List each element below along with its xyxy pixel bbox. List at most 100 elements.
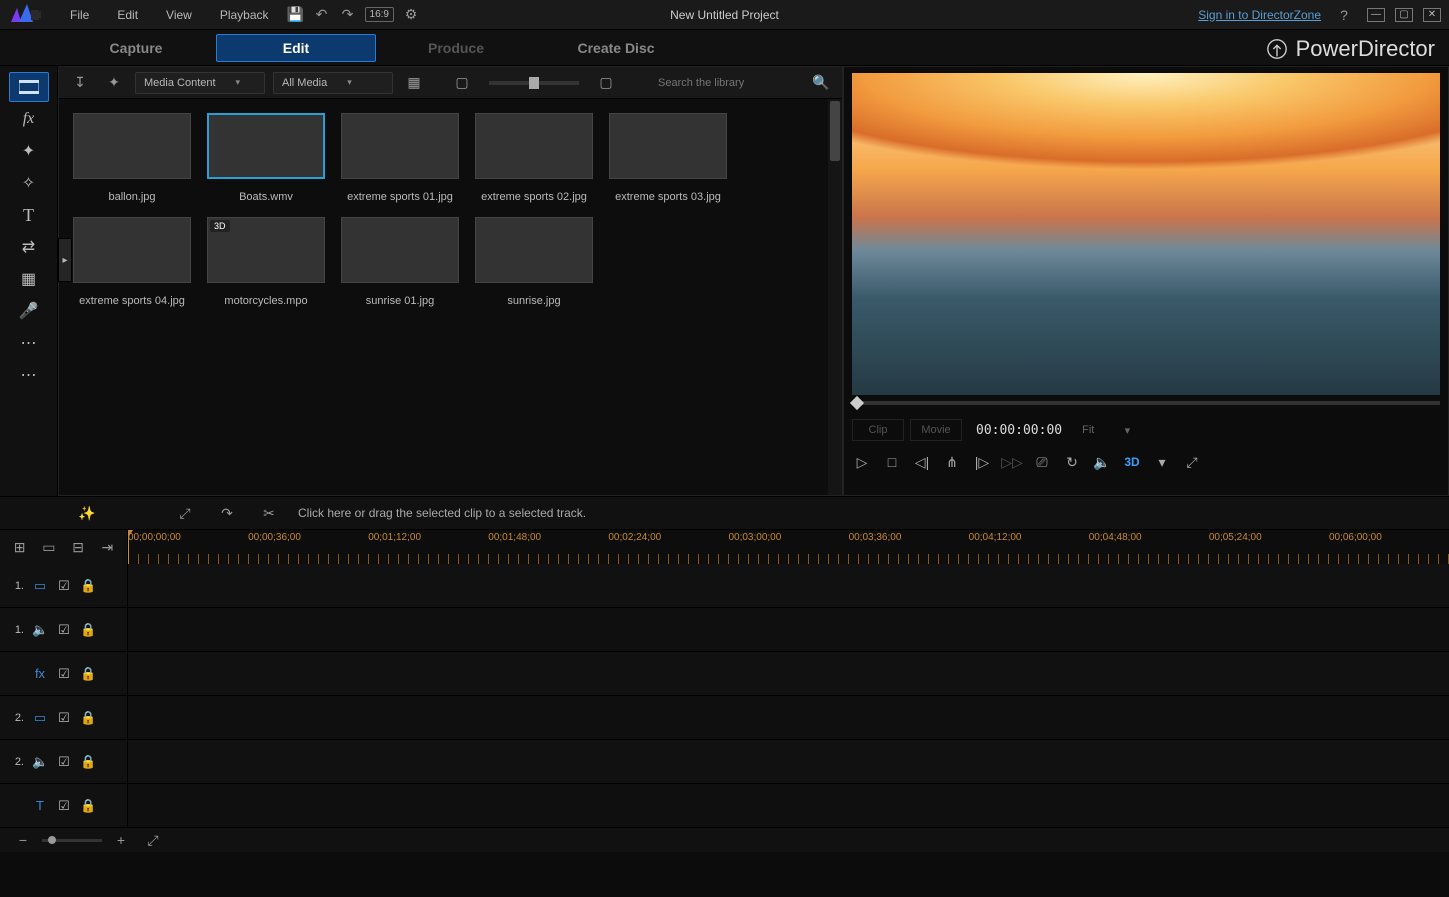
media-thumb[interactable]: 3Dmotorcycles.mpo — [207, 217, 325, 307]
track-lock-icon[interactable]: 🔒 — [80, 622, 96, 638]
track-lock-icon[interactable]: 🔒 — [80, 710, 96, 726]
library-search-input[interactable] — [658, 77, 800, 89]
stop-icon[interactable]: □ — [882, 452, 902, 472]
track-visible-icon[interactable]: ☑ — [56, 666, 72, 682]
search-icon[interactable]: 🔍 — [810, 72, 832, 94]
media-thumb[interactable]: sunrise.jpg — [475, 217, 593, 307]
thumb-size-slider[interactable] — [489, 81, 579, 85]
zoom-slider[interactable] — [42, 839, 102, 842]
zoom-fit-icon[interactable]: ⤢ — [142, 829, 164, 851]
track-visible-icon[interactable]: ☑ — [56, 578, 72, 594]
media-thumb[interactable]: sunrise 01.jpg — [341, 217, 459, 307]
track-lane[interactable] — [128, 740, 1449, 783]
track-manager-icon[interactable]: ⊟ — [69, 536, 88, 558]
media-thumb[interactable]: Boats.wmv — [207, 113, 325, 203]
split-icon[interactable]: ⋔ — [942, 452, 962, 472]
timeline-ruler[interactable]: 00;00;00;0000;00;36;0000;01;12;0000;01;4… — [128, 530, 1449, 564]
menu-file[interactable]: File — [56, 4, 103, 26]
track-visible-icon[interactable]: ☑ — [56, 622, 72, 638]
room-title-icon[interactable]: T — [9, 200, 49, 230]
room-chapter-icon[interactable]: ⋯ — [9, 328, 49, 358]
quality-icon[interactable]: ▾ — [1152, 452, 1172, 472]
fast-forward-icon[interactable]: ▷▷ — [1002, 452, 1022, 472]
media-thumb[interactable]: ballon.jpg — [73, 113, 191, 203]
room-particle-icon[interactable]: ✧ — [9, 168, 49, 198]
track-lock-icon[interactable]: 🔒 — [80, 798, 96, 814]
track-lock-icon[interactable]: 🔒 — [80, 754, 96, 770]
tab-create-disc[interactable]: Create Disc — [536, 34, 696, 62]
volume-icon[interactable]: 🔈 — [1092, 452, 1112, 472]
fit-to-screen-icon[interactable]: ⤢ — [174, 502, 196, 524]
clip-mode-button[interactable]: Clip — [852, 419, 904, 441]
zoom-fit-dropdown[interactable]: Fit▾ — [1076, 424, 1136, 437]
media-thumb[interactable]: extreme sports 01.jpg — [341, 113, 459, 203]
timeline-view-icon[interactable]: ⊞ — [10, 536, 29, 558]
minimize-icon[interactable]: — — [1367, 8, 1385, 22]
room-subtitle-icon[interactable]: ⋯ — [9, 360, 49, 390]
next-frame-icon[interactable]: |▷ — [972, 452, 992, 472]
preview-seekbar[interactable] — [852, 395, 1440, 411]
play-icon[interactable]: ▷ — [852, 452, 872, 472]
settings-icon[interactable]: ⚙ — [400, 4, 422, 26]
track-lane[interactable] — [128, 608, 1449, 651]
menu-playback[interactable]: Playback — [206, 4, 283, 26]
room-audio-mix-icon[interactable]: ▦ — [9, 264, 49, 294]
room-voiceover-icon[interactable]: 🎤 — [9, 296, 49, 326]
thumb-large-icon[interactable]: ▢ — [595, 72, 617, 94]
movie-mode-button[interactable]: Movie — [910, 419, 962, 441]
loop-icon[interactable]: ↻ — [1062, 452, 1082, 472]
tab-produce[interactable]: Produce — [376, 34, 536, 62]
zoom-in-icon[interactable]: + — [110, 829, 132, 851]
help-icon[interactable]: ? — [1333, 4, 1355, 26]
tab-capture[interactable]: Capture — [56, 34, 216, 62]
chevron-down-icon: ▾ — [1125, 424, 1131, 437]
snapshot-icon[interactable]: ⎚ — [1032, 452, 1052, 472]
timecode[interactable]: 00:00:00:00 — [968, 423, 1070, 438]
menu-view[interactable]: View — [152, 4, 206, 26]
track-lock-icon[interactable]: 🔒 — [80, 666, 96, 682]
trim-icon[interactable]: ✂ — [258, 502, 280, 524]
track-visible-icon[interactable]: ☑ — [56, 754, 72, 770]
save-icon[interactable]: 💾 — [285, 4, 307, 26]
signin-link[interactable]: Sign in to DirectorZone — [1198, 8, 1321, 22]
track-lane[interactable] — [128, 696, 1449, 739]
room-media-icon[interactable] — [9, 72, 49, 102]
grid-view-icon[interactable]: ▦ — [403, 72, 425, 94]
track-visible-icon[interactable]: ☑ — [56, 710, 72, 726]
grid-scrollbar[interactable] — [828, 99, 842, 495]
maximize-icon[interactable]: ▢ — [1395, 8, 1413, 22]
snap-icon[interactable]: ⇥ — [98, 536, 117, 558]
zoom-out-icon[interactable]: − — [12, 829, 34, 851]
media-filter-dropdown[interactable]: All Media▾ — [273, 72, 393, 94]
track-lane[interactable] — [128, 652, 1449, 695]
seek-head-icon[interactable] — [850, 396, 864, 410]
curve-icon[interactable]: ↷ — [216, 502, 238, 524]
track-lane[interactable] — [128, 784, 1449, 827]
prev-frame-icon[interactable]: ◁| — [912, 452, 932, 472]
redo-icon[interactable]: ↷ — [337, 4, 359, 26]
import-icon[interactable]: ↧ — [69, 72, 91, 94]
tab-edit[interactable]: Edit — [216, 34, 376, 62]
media-thumb[interactable]: extreme sports 04.jpg — [73, 217, 191, 307]
aspect-ratio-badge[interactable]: 16:9 — [365, 7, 394, 22]
close-icon[interactable]: ✕ — [1423, 8, 1441, 22]
media-thumb[interactable]: extreme sports 03.jpg — [609, 113, 727, 203]
undo-icon[interactable]: ↶ — [311, 4, 333, 26]
track-visible-icon[interactable]: ☑ — [56, 798, 72, 814]
storyboard-view-icon[interactable]: ▭ — [39, 536, 58, 558]
track-lane[interactable] — [128, 564, 1449, 607]
menu-edit[interactable]: Edit — [103, 4, 152, 26]
playhead-icon[interactable] — [128, 530, 129, 564]
media-thumb[interactable]: extreme sports 02.jpg — [475, 113, 593, 203]
room-pip-icon[interactable]: ✦ — [9, 136, 49, 166]
undock-icon[interactable]: ⤢ — [1182, 452, 1202, 472]
plugin-icon[interactable]: ✦ — [103, 72, 125, 94]
room-transition-icon[interactable]: ⇄ — [9, 232, 49, 262]
room-fx-icon[interactable]: fx — [9, 104, 49, 134]
threeD-button[interactable]: 3D — [1122, 452, 1142, 472]
track-lock-icon[interactable]: 🔒 — [80, 578, 96, 594]
thumb-small-icon[interactable]: ▢ — [451, 72, 473, 94]
media-content-dropdown[interactable]: Media Content▾ — [135, 72, 265, 94]
preview-viewport[interactable] — [852, 73, 1440, 395]
magic-tools-icon[interactable]: ✨ — [76, 502, 98, 524]
